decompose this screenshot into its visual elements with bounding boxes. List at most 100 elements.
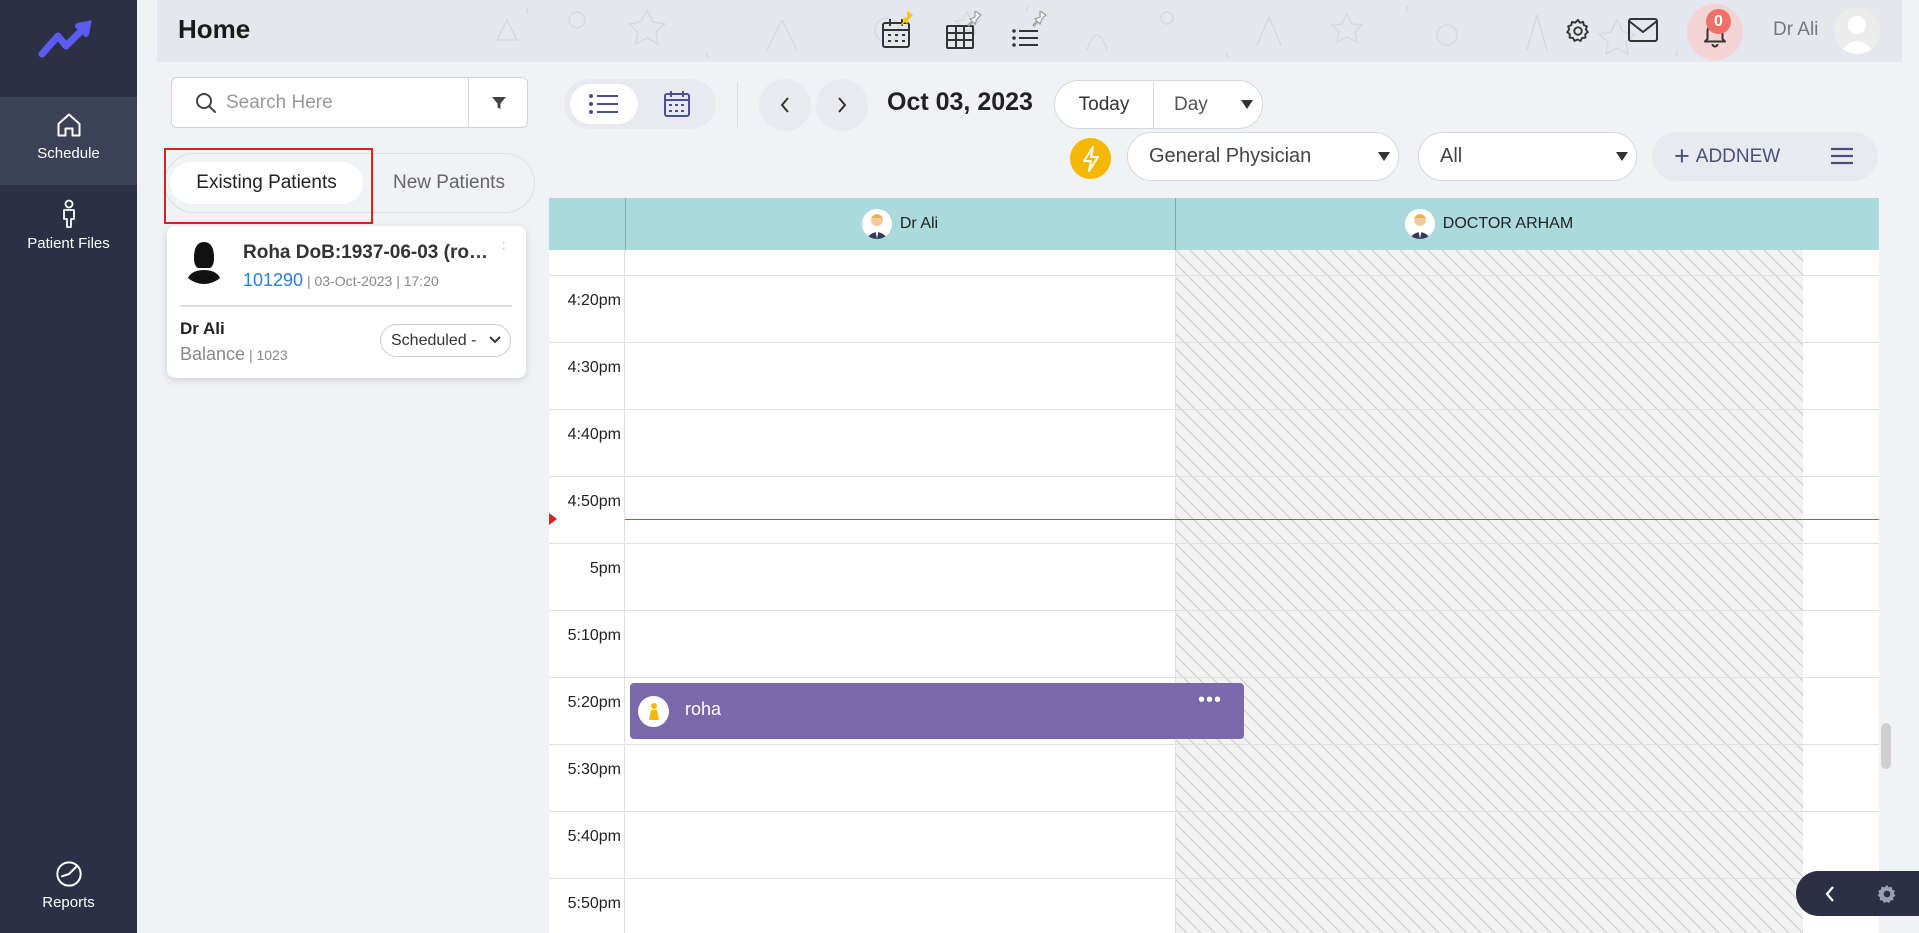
- settings-button[interactable]: [1877, 884, 1897, 904]
- time-label: 5:50pm: [567, 895, 621, 912]
- today-button[interactable]: Today: [1055, 81, 1154, 128]
- gear-icon: [1566, 18, 1589, 42]
- plus-icon: +: [1674, 141, 1690, 171]
- search-icon: [194, 91, 218, 115]
- doctor-avatar: [861, 209, 892, 239]
- column-header-label: DOCTOR ARHAM: [1442, 215, 1574, 232]
- grid-line: [549, 275, 1879, 276]
- time-label: 4:40pm: [567, 426, 621, 443]
- app-logo[interactable]: [38, 20, 96, 60]
- divider: [180, 305, 512, 307]
- previous-day-button[interactable]: [759, 79, 811, 131]
- current-date: Oct 03, 2023: [887, 88, 1033, 116]
- add-new-button[interactable]: + ADDNEW: [1652, 132, 1878, 181]
- doctor-avatar-icon: [865, 214, 888, 239]
- user-name[interactable]: Dr Ali: [1773, 19, 1818, 41]
- list-view-shortcut-button[interactable]: [1008, 11, 1048, 51]
- search-input[interactable]: [226, 90, 466, 116]
- filter-button[interactable]: [468, 78, 528, 127]
- time-label: 4:50pm: [567, 493, 621, 510]
- avatar[interactable]: [1834, 8, 1880, 54]
- notification-count-badge: 0: [1706, 9, 1731, 34]
- time-label: 5pm: [589, 560, 621, 577]
- time-label: 4:20pm: [567, 292, 621, 309]
- collapse-button[interactable]: [1824, 885, 1836, 903]
- female-avatar-icon: [180, 236, 228, 284]
- specialty-select[interactable]: General Physician: [1127, 132, 1399, 181]
- quick-action-button[interactable]: [1070, 138, 1111, 179]
- sidebar-item-reports[interactable]: Reports: [0, 860, 137, 933]
- divider: [737, 82, 738, 127]
- table-icon: [946, 11, 982, 49]
- patient-icon: [638, 696, 669, 727]
- patient-avatar: [180, 236, 228, 284]
- time-label: 5:10pm: [567, 627, 621, 644]
- messages-button[interactable]: [1627, 17, 1659, 43]
- appointment-patient-name: roha: [685, 699, 722, 719]
- status-dropdown[interactable]: Scheduled -: [380, 324, 511, 357]
- calendar-body: 4:20pm 4:30pm 4:40pm 4:50pm 5pm 5:10pm 5:20pm 5…: [549, 250, 1879, 933]
- calendar-icon: [664, 91, 690, 117]
- sidebar-item-schedule[interactable]: Schedule: [0, 97, 137, 185]
- calendar-header: Dr Ali DOCTOR ARHAM: [549, 198, 1879, 250]
- next-day-button[interactable]: [816, 79, 868, 131]
- time-label: 5:40pm: [567, 828, 621, 845]
- more-options-icon[interactable]: · ·: [501, 235, 506, 257]
- reports-icon: [0, 860, 137, 888]
- more-options-icon[interactable]: •••: [1198, 689, 1222, 712]
- grid-line: [549, 610, 1879, 611]
- grid-line: [549, 677, 1879, 678]
- add-new-text: ADDNEW: [1695, 146, 1781, 167]
- unavailable-hatch: [1176, 250, 1803, 933]
- grid-line: [549, 543, 1879, 544]
- grid-line: [1175, 250, 1176, 933]
- list-view-button[interactable]: [570, 84, 638, 124]
- filter-icon: [491, 96, 506, 109]
- chevron-down-icon: [488, 335, 502, 345]
- settings-button[interactable]: [1564, 17, 1592, 45]
- celebration-background-pattern: [495, 6, 1678, 58]
- sidebar-item-label: Reports: [42, 894, 95, 911]
- doctor-filter-value: All: [1440, 145, 1463, 167]
- search-box: [171, 77, 528, 128]
- grid-line: [624, 250, 625, 933]
- calendar-scrollbar[interactable]: [1881, 723, 1891, 769]
- list-icon: [1012, 11, 1047, 47]
- sidebar: Schedule Patient Files Reports: [0, 0, 137, 933]
- list-icon: [589, 94, 618, 114]
- date-controls: Today Day: [1054, 80, 1263, 129]
- patient-id[interactable]: 101290: [243, 270, 303, 290]
- gear-icon: [1877, 884, 1896, 904]
- time-label: 5:20pm: [567, 694, 621, 711]
- lightning-icon: [1082, 145, 1099, 172]
- view-select[interactable]: Day: [1154, 81, 1262, 128]
- floating-panel: [1796, 871, 1919, 916]
- patient-balance: Balance | 1023: [180, 344, 288, 365]
- caret-down-icon: [1241, 100, 1253, 109]
- user-avatar-icon: [1839, 16, 1875, 54]
- tab-new-patients[interactable]: New Patients: [369, 162, 529, 204]
- doctor-name: Dr Ali: [180, 319, 225, 338]
- patient-card[interactable]: Roha DoB:1937-06-03 (roha) · · 101290 | 0…: [167, 226, 526, 378]
- calendar-grid: Dr Ali DOCTOR ARHAM 4:20pm 4:30pm 4:40pm 4:…: [549, 198, 1879, 933]
- sidebar-item-patient-files[interactable]: Patient Files: [0, 185, 137, 265]
- calendar-shortcut-button[interactable]: [879, 11, 915, 51]
- time-label: 5:30pm: [567, 761, 621, 778]
- calendar-view-button[interactable]: [644, 84, 710, 124]
- view-toggle: [564, 79, 716, 129]
- patient-meta: 101290 | 03-Oct-2023 | 17:20: [243, 270, 439, 291]
- view-select-value: Day: [1174, 94, 1208, 115]
- sidebar-item-label: Patient Files: [27, 235, 110, 252]
- current-time-marker: [549, 513, 557, 525]
- appointment-block[interactable]: roha •••: [630, 683, 1244, 739]
- doctor-filter-select[interactable]: All: [1418, 132, 1637, 181]
- balance-label: Balance: [180, 344, 246, 364]
- separator: |: [245, 347, 257, 363]
- grid-view-shortcut-button[interactable]: [943, 11, 983, 51]
- column-header-dr-ali: Dr Ali: [625, 198, 1174, 250]
- time-label: 4:30pm: [567, 359, 621, 376]
- patient-name: Roha DoB:1937-06-03 (roha): [243, 242, 495, 263]
- sidebar-item-label: Schedule: [37, 145, 100, 162]
- menu-icon[interactable]: [1830, 147, 1854, 165]
- grid-line: [549, 811, 1879, 812]
